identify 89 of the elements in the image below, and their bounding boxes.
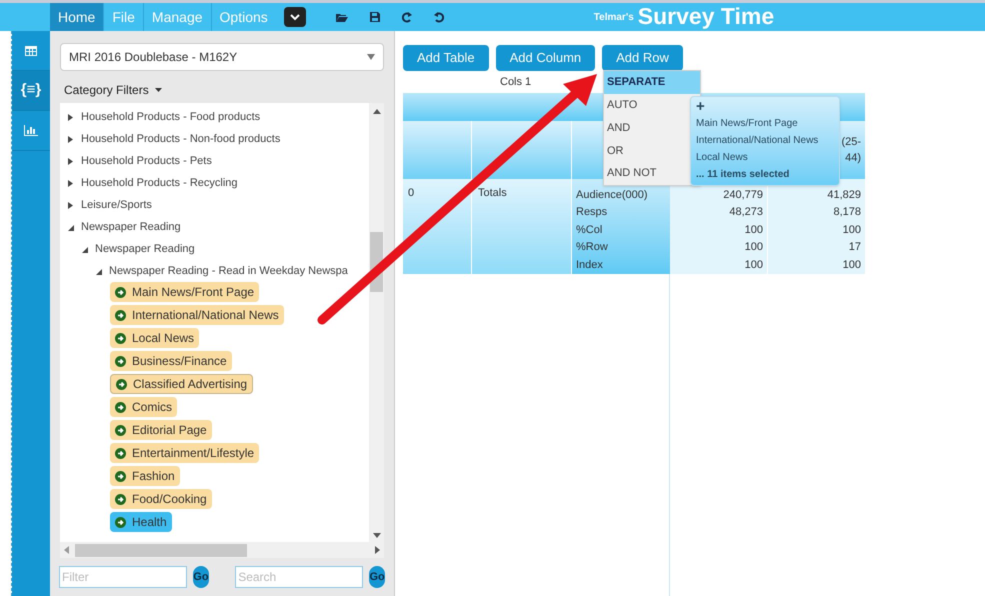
category-chip[interactable]: Food/Cooking (110, 489, 212, 509)
save-icon[interactable] (370, 12, 380, 22)
selected-item: International/National News (696, 134, 818, 148)
category-chip[interactable]: Classified Advertising (110, 374, 254, 394)
category-chip[interactable]: Entertainment/Lifestyle (110, 443, 260, 463)
add-circle-icon (115, 356, 126, 366)
undo-icon[interactable] (434, 12, 444, 22)
collapse-triangle-icon[interactable] (96, 268, 102, 274)
plus-sign: + (696, 99, 705, 114)
app-title: Survey Time (638, 3, 774, 29)
table-cell-text: 100 (744, 222, 763, 238)
search-field[interactable]: Search (235, 566, 364, 588)
add-circle-icon (115, 494, 126, 504)
selection-summary: ... 11 items selected (696, 168, 790, 182)
tree-item[interactable]: Newspaper Reading (81, 218, 181, 236)
collapse-triangle-icon[interactable] (82, 246, 88, 252)
cols-count: Cols 1 (500, 74, 532, 90)
add-circle-icon (115, 516, 126, 528)
table-cell: Totals (472, 179, 572, 274)
add-circle-icon (115, 402, 126, 412)
add-circle-icon (116, 378, 127, 390)
app-title-prefix: Telmar's (594, 11, 634, 25)
menu-item[interactable]: SEPARATE (604, 71, 700, 94)
table-cell-text: 17 (848, 240, 861, 256)
add-circle-icon (115, 448, 126, 458)
add-circle-icon (115, 332, 126, 344)
scroll-right-icon[interactable] (375, 546, 380, 554)
category-chip[interactable]: Main News/Front Page (110, 282, 260, 302)
tree-item[interactable]: Household Products - Pets (81, 152, 212, 170)
tree-item[interactable]: Household Products - Recycling (81, 174, 238, 192)
table-cell-text: 48,273 (729, 205, 763, 220)
selected-item: Local News (696, 151, 748, 165)
list-button[interactable]: {≡} (12, 71, 50, 111)
category-chip[interactable]: Comics (110, 397, 178, 417)
dataset-select[interactable]: MRI 2016 Doublebase - M162Y (60, 43, 384, 71)
bar-chart-icon (24, 125, 38, 136)
metric-label: %Col (576, 222, 602, 238)
expand-triangle-icon[interactable] (68, 180, 74, 186)
metric-label: Audience(000) (576, 188, 648, 203)
scroll-up-icon[interactable] (372, 109, 380, 114)
chevron-down-icon (290, 14, 300, 20)
metric-label: Resps (576, 205, 608, 220)
collapse-triangle-icon[interactable] (68, 224, 74, 230)
category-chip[interactable]: Editorial Page (110, 420, 212, 440)
scroll-down-icon[interactable] (372, 533, 380, 538)
filter-field[interactable]: Filter (59, 566, 187, 588)
add-circle-icon (115, 310, 126, 320)
category-chip[interactable]: Health (110, 512, 172, 532)
add-circle-icon (115, 470, 126, 482)
header-cell (403, 121, 472, 179)
redo-icon[interactable] (402, 12, 412, 22)
expand-triangle-icon[interactable] (68, 114, 74, 120)
column-header: (25- 44) (841, 135, 861, 166)
go-button[interactable]: Go (369, 566, 385, 588)
metric-label: %Row (576, 240, 608, 256)
vertical-scrollbar[interactable] (369, 103, 384, 542)
add-circle-icon (115, 286, 126, 298)
folder-icon[interactable] (336, 12, 348, 22)
dropdown-arrow-icon (367, 54, 375, 60)
dropdown-button[interactable] (284, 7, 306, 27)
table-cell-text: 100 (842, 258, 861, 273)
horizontal-scrollbar[interactable] (60, 542, 384, 558)
menu-tab[interactable]: Home (50, 3, 104, 31)
expand-triangle-icon[interactable] (68, 136, 74, 142)
tree-item[interactable]: Leisure/Sports (81, 196, 152, 214)
category-chip[interactable]: Business/Finance (110, 351, 232, 371)
grid-icon (25, 46, 37, 56)
tree-item[interactable]: Newspaper Reading - Read in Weekday Newspa (109, 262, 348, 280)
table-cell-text: 100 (744, 258, 763, 273)
category-chip[interactable]: International/National News (110, 305, 284, 325)
tree-item[interactable]: Newspaper Reading (95, 240, 195, 258)
go-button[interactable]: Go (193, 566, 209, 588)
expand-triangle-icon[interactable] (68, 202, 74, 208)
scroll-thumb[interactable] (75, 544, 247, 556)
category-filters-dropdown[interactable]: Category Filters (50, 77, 176, 103)
table-cell-text: 100 (744, 240, 763, 256)
tree-item[interactable]: Household Products - Food products (81, 108, 260, 126)
caret-icon (154, 88, 162, 92)
metric-label: Index (576, 258, 603, 273)
tree-item[interactable]: Household Products - Non-food products (81, 130, 280, 148)
table-cell-text: 8,178 (833, 205, 861, 220)
table-cell-text: 41,829 (827, 188, 861, 203)
category-chip[interactable]: Fashion (110, 466, 180, 486)
selected-item: Main News/Front Page (696, 117, 798, 131)
add-circle-icon (115, 424, 126, 436)
category-chip[interactable]: Local News (110, 328, 200, 348)
table-cell-text: 100 (842, 222, 861, 238)
table-cell-text: 240,779 (723, 188, 763, 203)
expand-triangle-icon[interactable] (68, 158, 74, 164)
